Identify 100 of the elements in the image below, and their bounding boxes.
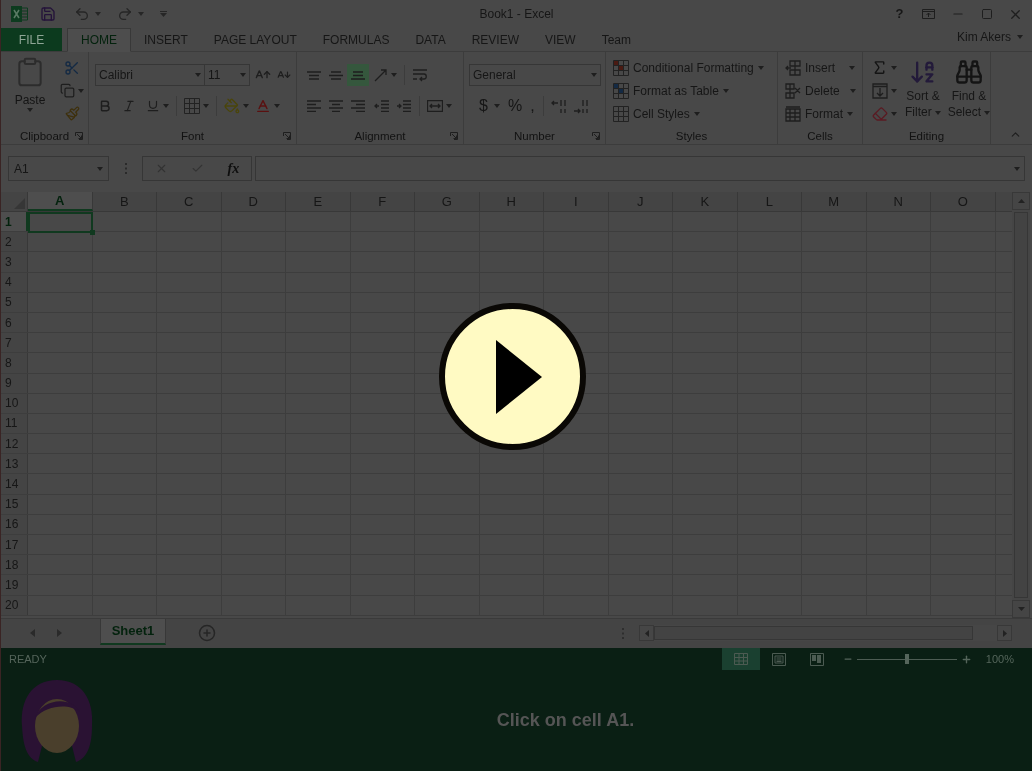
- cell-styles-icon: [613, 105, 629, 122]
- percent-button[interactable]: %: [503, 95, 527, 117]
- decimal-arrow-left-icon: [550, 98, 567, 114]
- zoom-level[interactable]: 100%: [985, 650, 1014, 668]
- conditional-formatting-icon: [613, 59, 629, 76]
- previous-sheet-button[interactable]: [30, 629, 35, 637]
- caret-icon: [849, 65, 855, 70]
- merge-cells-icon: [427, 100, 443, 112]
- instruction-text: Click on cell A1.: [496, 709, 635, 732]
- insert-cells-icon: [785, 59, 801, 76]
- insert-function-button[interactable]: fx: [227, 158, 240, 179]
- caret-icon: [195, 73, 201, 77]
- next-sheet-button[interactable]: [57, 629, 62, 637]
- fill-handle-icon[interactable]: [89, 230, 95, 235]
- caret-icon: [1014, 166, 1020, 171]
- row-header[interactable]: 1: [1, 212, 28, 232]
- table-grid-icon: [613, 82, 629, 99]
- status-text: READY: [8, 651, 47, 667]
- fill-down-icon: [871, 82, 888, 99]
- ribbon-tab[interactable]: HOME: [67, 28, 131, 52]
- zoom-in-button[interactable]: [960, 653, 972, 665]
- dialog-launcher-icon[interactable]: [283, 131, 291, 140]
- triangle-down-icon[interactable]: [1017, 607, 1025, 611]
- help-button[interactable]: ?: [885, 3, 914, 25]
- eraser-icon: [871, 105, 888, 122]
- spreadsheet-logo-icon: [11, 6, 28, 22]
- caret-icon: [446, 104, 452, 108]
- align-center-icon: [328, 100, 344, 112]
- triangle-right-icon[interactable]: [1002, 629, 1007, 637]
- binoculars-icon: [955, 58, 983, 86]
- column-header[interactable]: A: [28, 192, 93, 211]
- line-caret-icon: [160, 11, 167, 17]
- copy-icon: [60, 83, 75, 98]
- caret-icon: [203, 104, 209, 108]
- decimal-arrow-right-icon: [572, 98, 589, 114]
- underline-icon: [146, 99, 160, 113]
- caret-icon: [78, 88, 84, 93]
- currency-button[interactable]: $: [475, 95, 504, 117]
- undo-button[interactable]: [74, 6, 101, 22]
- save-button[interactable]: [40, 6, 56, 22]
- zoom-slider[interactable]: [856, 654, 957, 664]
- align-right-icon: [350, 100, 366, 112]
- caret-icon: [274, 104, 280, 108]
- caret-icon: [1017, 34, 1023, 39]
- caret-icon: [722, 88, 729, 93]
- increase-indent-icon: [396, 100, 412, 112]
- triangle-right-icon: [57, 629, 62, 637]
- caret-icon: [138, 12, 144, 16]
- plus-circle-icon: [198, 624, 216, 642]
- dialog-launcher-icon[interactable]: [450, 131, 458, 140]
- window-arrow-icon: [922, 9, 935, 19]
- plus-icon: [960, 653, 972, 665]
- view-button[interactable]: [721, 648, 760, 670]
- scissors-icon: [64, 59, 80, 76]
- italic-icon: [122, 99, 136, 113]
- caret-icon: [935, 110, 941, 115]
- formula-input[interactable]: [255, 156, 1025, 181]
- caret-icon: [847, 111, 853, 116]
- caret-icon: [493, 104, 500, 108]
- caret-icon: [890, 88, 897, 93]
- zoom-slider-thumb[interactable]: [904, 654, 909, 664]
- undo-icon: [74, 6, 90, 22]
- bold-icon: [98, 99, 112, 113]
- font-color-icon: [255, 98, 271, 114]
- selected-cell[interactable]: [28, 212, 93, 233]
- caret-icon: [757, 65, 764, 70]
- vertical-align-button[interactable]: [347, 64, 369, 86]
- page-view-icon: [771, 652, 786, 666]
- sheet-tab[interactable]: Sheet1: [100, 619, 166, 645]
- triangle-left-icon: [30, 629, 35, 637]
- customize-toolbar-button[interactable]: [160, 11, 167, 17]
- caret-icon: [27, 108, 33, 112]
- horizontal-scrollbar[interactable]: [639, 625, 1012, 641]
- file-tab[interactable]: FILE: [1, 28, 62, 51]
- page-break-view-icon: [809, 652, 824, 666]
- comma-style-button[interactable]: ,: [526, 95, 539, 117]
- delete-cells-icon: [785, 82, 801, 99]
- caret-icon: [95, 12, 101, 16]
- align-middle-icon: [328, 70, 344, 80]
- align-left-icon: [306, 100, 322, 112]
- caret-icon: [890, 111, 897, 116]
- vertical-scrollbar[interactable]: [1012, 192, 1030, 618]
- caret-icon: [240, 73, 246, 77]
- triangle-left-icon[interactable]: [644, 629, 649, 637]
- caret-icon: [391, 73, 397, 77]
- redo-button[interactable]: [117, 6, 144, 22]
- triangle-up-icon[interactable]: [1017, 199, 1025, 203]
- save-icon: [40, 6, 56, 22]
- caret-icon: [849, 88, 856, 93]
- format-cells-icon: [785, 105, 801, 122]
- paintbrush-icon: [64, 106, 80, 121]
- borders-button[interactable]: [181, 95, 212, 117]
- diagonal-arrow-icon: [374, 68, 388, 82]
- decrease-indent-icon: [374, 100, 390, 112]
- redo-icon: [117, 6, 133, 22]
- align-top-icon: [306, 70, 322, 80]
- dialog-launcher-icon[interactable]: [592, 131, 600, 140]
- caret-icon: [591, 73, 597, 77]
- new-sheet-button[interactable]: [198, 624, 216, 642]
- dialog-launcher-icon[interactable]: [75, 131, 83, 140]
